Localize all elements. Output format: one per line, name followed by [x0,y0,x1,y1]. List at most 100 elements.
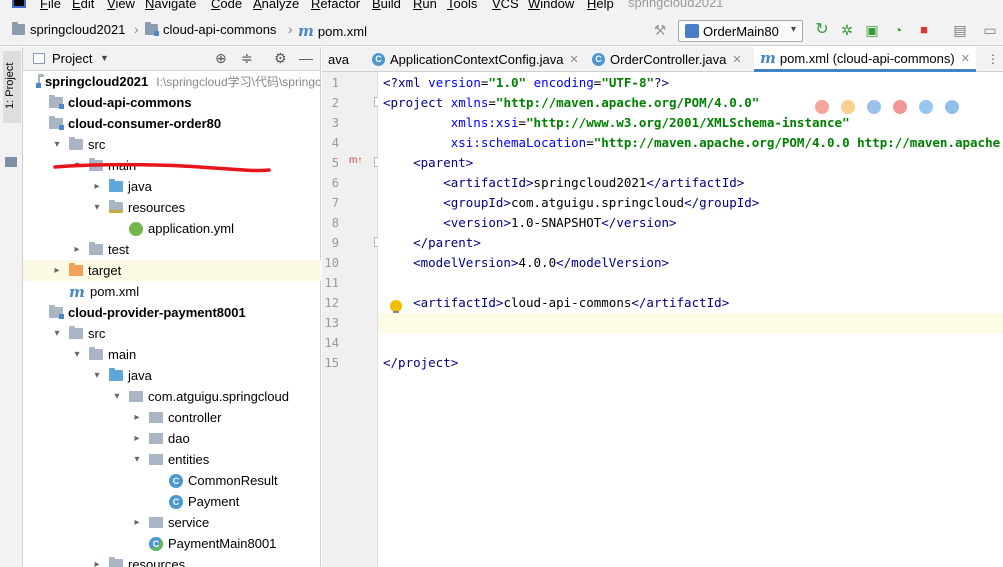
menu-mnemonic: R [413,0,423,11]
folder-icon [109,179,123,192]
tree-item[interactable]: C PaymentMain8001 [23,533,321,554]
menu-help[interactable]: Help [587,0,614,11]
close-icon[interactable]: ✕ [961,52,970,65]
chevron-right-icon[interactable]: ▸ [51,265,63,276]
chevron-right-icon[interactable]: ▸ [91,181,103,192]
chevron-down-icon[interactable]: ▾ [131,454,143,465]
tree-item[interactable]: ▸ java [23,176,321,197]
menu-label: ools [453,0,478,11]
tab-overflow-icon[interactable]: ⋮ [987,52,999,66]
menu-vcs[interactable]: VCS [492,0,519,11]
tree-item[interactable]: ▾ com.atguigu.springcloud [23,386,321,407]
tree-item[interactable]: ▾ main [23,155,321,176]
tree-item[interactable]: cloud-provider-payment8001 [23,302,321,323]
window-icon[interactable]: ▭ [980,20,1000,40]
coverage-icon[interactable]: ▣ [862,20,882,40]
tree-item[interactable]: springcloud2021 I:\springcloud学习\代码\sprin… [23,71,321,92]
chevron-right-icon[interactable]: ▸ [131,517,143,528]
chevron-right-icon[interactable]: ▸ [71,244,83,255]
tree-item[interactable]: ▾ java [23,365,321,386]
tree-item[interactable]: application.yml [23,218,321,239]
chevron-down-icon[interactable]: ▼ [100,53,109,63]
chevron-down-icon[interactable]: ▾ [51,139,63,150]
line-number: 11 [324,276,339,290]
editor-tab[interactable]: C OrderController.java ✕ [586,47,748,72]
menu-edit[interactable]: Edit [72,0,94,11]
debug-bug-icon[interactable]: ✲ [837,20,857,40]
project-view-title[interactable]: Project [52,51,92,66]
chevron-down-icon[interactable]: ▾ [91,202,103,213]
chevron-down-icon[interactable]: ▾ [91,370,103,381]
menu-code[interactable]: Code [211,0,242,11]
tree-item[interactable]: ▸ test [23,239,321,260]
stop-icon[interactable]: ■ [914,20,934,40]
editor-tab[interactable]: C ApplicationContextConfig.java ✕ [366,47,585,72]
tree-item[interactable]: ▾ main [23,344,321,365]
menu-build[interactable]: Build [372,0,401,11]
editor-tab[interactable]: ava [322,47,355,72]
tree-item[interactable]: cloud-api-commons [23,92,321,113]
editor-tab-bar: ava C ApplicationContextConfig.java ✕ C Order… [322,47,1003,72]
editor-tab[interactable]: m pom.xml (cloud-api-commons) ✕ [754,47,976,72]
folder-icon [69,326,83,339]
build-hammer-icon[interactable]: ⚒ [650,20,670,40]
run-configuration-select[interactable]: OrderMain80 ▾ [678,20,803,42]
chevron-right-icon[interactable]: ▸ [131,433,143,444]
breadcrumb-project[interactable]: springcloud2021 [12,22,125,37]
project-structure-icon[interactable]: ▤ [950,20,970,40]
tree-item[interactable]: ▾ src [23,323,321,344]
editor-tab-label: ApplicationContextConfig.java [390,52,564,67]
gear-icon[interactable]: ⚙ [274,50,287,67]
tree-item[interactable]: ▾ entities [23,449,321,470]
tree-item-label: cloud-consumer-order80 [68,116,222,131]
menu-file[interactable]: File [40,0,61,11]
profile-icon[interactable]: ◔ [888,20,908,40]
breadcrumb-file[interactable]: m pom.xml [298,22,367,40]
tree-item[interactable]: ▾ resources [23,197,321,218]
tree-item[interactable]: C Payment [23,491,321,512]
menu-mnemonic: A [253,0,262,11]
menu-view[interactable]: View [107,0,135,11]
project-tool-window-tab[interactable]: 1: Project [3,51,21,123]
close-icon[interactable]: ✕ [732,53,741,66]
package-icon [149,433,163,444]
maven-parent-gutter-icon[interactable]: m↑ [349,155,362,166]
tree-item[interactable]: ▾ src [23,134,321,155]
tree-item[interactable]: m pom.xml [23,281,321,302]
locate-target-icon[interactable]: ⊕ [215,50,227,67]
tree-item-label: service [168,515,210,530]
menu-tools[interactable]: Tools [447,0,477,11]
hide-panel-icon[interactable]: — [299,50,313,66]
collapse-all-icon[interactable]: ≑ [241,50,253,67]
menu-navigate[interactable]: Navigate [145,0,196,11]
menu-window[interactable]: Window [528,0,574,11]
menu-label: avigate [154,0,197,11]
chevron-down-icon[interactable]: ▾ [51,328,63,339]
chevron-down-icon[interactable]: ▾ [71,349,83,360]
chevron-right-icon[interactable]: ▸ [91,559,103,567]
rerun-icon[interactable]: ↻ [812,20,832,40]
tree-item[interactable]: cloud-consumer-order80 [23,113,321,134]
close-icon[interactable]: ✕ [569,53,578,66]
code-line: </parent> [413,235,481,250]
folder-icon [49,116,64,130]
menu-analyze[interactable]: Analyze [253,0,299,11]
intellij-logo-icon [12,0,26,8]
chevron-right-icon[interactable]: ▸ [131,412,143,423]
menu-run[interactable]: Run [413,0,437,11]
tree-item[interactable]: ▸ resources [23,554,321,567]
code-editor[interactable]: <?xml version="1.0" encoding="UTF-8"?> <p… [378,72,1003,567]
chevron-down-icon[interactable]: ▾ [111,391,123,402]
tree-item[interactable]: ▸ service [23,512,321,533]
tree-item[interactable]: C CommonResult [23,470,321,491]
code-line: <modelVersion>4.0.0</modelVersion> [413,255,670,270]
folder-icon [49,305,64,319]
menu-refactor[interactable]: Refactor [311,0,360,11]
breadcrumb-module[interactable]: cloud-api-commons [145,22,276,37]
tree-item[interactable]: ▸ dao [23,428,321,449]
maven-file-icon: m [298,22,314,40]
tree-item[interactable]: ▸ controller [23,407,321,428]
tree-item[interactable]: ▸ target [23,260,321,281]
chevron-down-icon[interactable]: ▾ [71,160,83,171]
structure-icon[interactable] [5,157,17,167]
